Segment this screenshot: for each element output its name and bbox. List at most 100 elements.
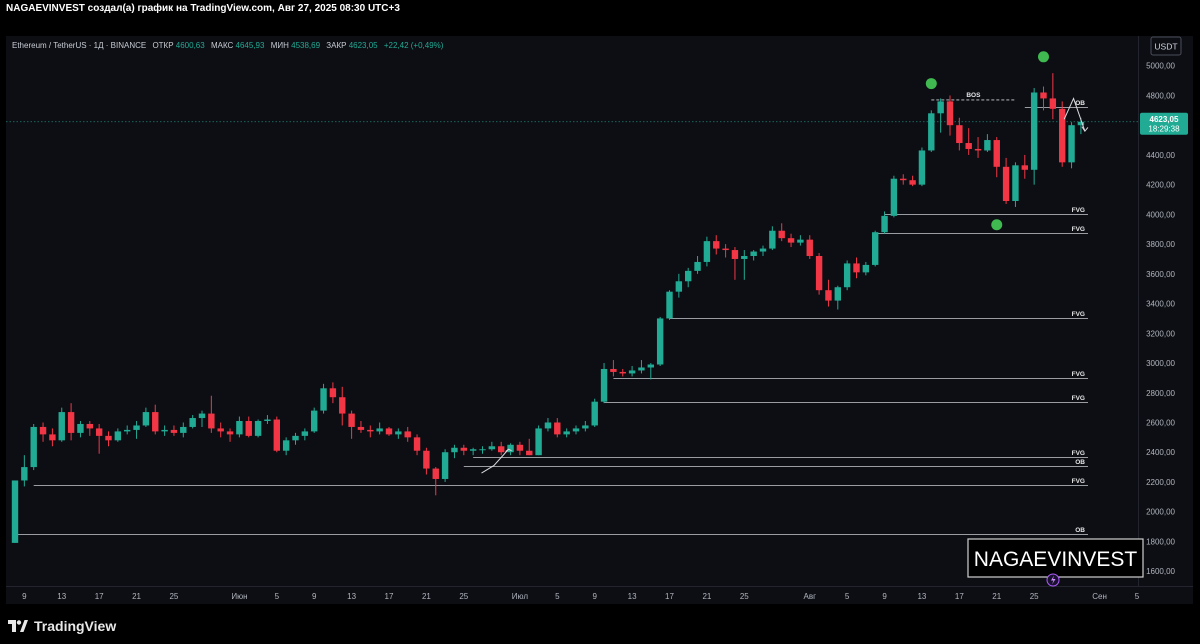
x-tick-label: 21	[422, 592, 431, 601]
candle-body	[872, 232, 879, 265]
candle-body	[142, 412, 150, 426]
y-tick-label: 3600,00	[1146, 270, 1175, 279]
x-tick-label: 25	[459, 592, 468, 601]
level-label: FVG	[1072, 207, 1085, 214]
candle-body	[479, 449, 486, 451]
low-value: 4538,69	[291, 41, 320, 50]
symbol-label[interactable]: Ethereum / TetherUS · 1Д · BINANCE	[12, 41, 146, 50]
candle-body	[890, 178, 898, 216]
candle-body	[937, 101, 944, 114]
candle-body	[881, 215, 888, 233]
candle-body	[918, 150, 926, 185]
candle-body	[1030, 92, 1038, 170]
candle-body	[67, 412, 75, 433]
candle-body	[787, 238, 795, 243]
candle-body	[694, 261, 701, 271]
change-value: +22,42 (+0,49%)	[384, 41, 444, 50]
candle-body	[628, 370, 636, 374]
candle-body	[245, 421, 252, 436]
candle-body	[741, 256, 748, 259]
x-tick-label: 17	[665, 592, 674, 601]
candle-body	[750, 251, 757, 256]
level-label: FVG	[1072, 371, 1085, 378]
open-label: ОТКР	[152, 41, 173, 50]
candle-body	[357, 426, 365, 430]
candle-body	[526, 450, 533, 456]
candle-body	[460, 447, 467, 451]
candle-body	[685, 270, 692, 282]
x-tick-label: 5	[1135, 592, 1140, 601]
candle-body	[572, 428, 580, 432]
candle-body	[226, 431, 234, 435]
close-label: ЗАКР	[326, 41, 346, 50]
price-badge: 4623,05 18:29:38	[1140, 112, 1188, 135]
tradingview-logo[interactable]: TradingView	[8, 618, 116, 634]
currency-button[interactable]: USDT	[1150, 36, 1182, 56]
tradingview-icon	[8, 620, 28, 632]
open-value: 4600,63	[176, 41, 205, 50]
candle-body	[647, 364, 654, 368]
candle-body	[797, 239, 804, 243]
candle-body	[834, 287, 841, 301]
x-tick-label: 5	[555, 592, 560, 601]
lightning-icon[interactable]	[1046, 573, 1060, 587]
watermark-box: NAGAEVINVEST	[967, 538, 1144, 578]
x-tick-label: 13	[628, 592, 637, 601]
y-tick-label: 2400,00	[1146, 448, 1175, 457]
x-tick-label: 9	[882, 592, 887, 601]
candle-body	[413, 437, 421, 451]
y-tick-label: 4800,00	[1146, 91, 1175, 100]
watermark-text: NAGAEVINVEST	[974, 548, 1138, 571]
x-tick-label: 17	[955, 592, 964, 601]
candle-body	[189, 418, 196, 427]
candle-body	[488, 446, 496, 450]
candle-body	[1049, 98, 1057, 109]
candle-body	[993, 140, 1000, 167]
bos-label: BOS	[966, 92, 981, 99]
y-tick-label: 2000,00	[1146, 508, 1175, 517]
candle-body	[535, 428, 542, 456]
candle-body	[320, 388, 327, 411]
candle-body	[432, 468, 439, 479]
x-tick-label: 17	[385, 592, 394, 601]
candle-body	[441, 452, 449, 479]
y-tick-label: 4400,00	[1146, 151, 1175, 160]
high-label: МАКС	[211, 41, 234, 50]
candle-body	[610, 368, 617, 372]
candle-layer	[11, 73, 1085, 543]
candle-body	[395, 431, 402, 435]
candle-body	[49, 434, 56, 441]
x-tick-label: 5	[275, 592, 280, 601]
candle-body	[591, 401, 598, 426]
candle-body	[554, 422, 561, 435]
candle-body	[217, 428, 224, 432]
y-tick-label: 3000,00	[1146, 359, 1175, 368]
x-tick-label: 9	[312, 592, 317, 601]
candle-body	[909, 180, 916, 185]
candle-body	[208, 413, 215, 429]
x-tick-label: Июл	[512, 592, 529, 601]
candle-body	[722, 248, 729, 251]
chart-panel[interactable]: OB FVG FVG FVG FVG FVG FVG OB FVG OB BOS 1600,00 1…	[6, 36, 1193, 604]
candle-body	[600, 368, 608, 402]
signal-marker	[1038, 51, 1049, 63]
candle-body	[769, 230, 776, 249]
candle-body	[236, 421, 243, 435]
level-label: OB	[1075, 100, 1085, 107]
price-badge-value: 4623,05	[1150, 115, 1179, 124]
x-tick-label: 13	[917, 592, 926, 601]
candle-body	[152, 412, 159, 432]
price-chart[interactable]: OB FVG FVG FVG FVG FVG FVG OB FVG OB BOS 1600,00 1…	[6, 36, 1193, 604]
candle-body	[264, 419, 271, 421]
low-label: МИН	[271, 41, 289, 50]
candle-body	[170, 429, 178, 433]
candle-body	[77, 423, 84, 433]
x-tick-label: 21	[702, 592, 711, 601]
candle-body	[180, 426, 187, 433]
candle-body	[713, 241, 720, 249]
candle-body	[124, 429, 131, 432]
candle-body	[638, 367, 645, 371]
price-badge-countdown: 18:29:38	[1148, 124, 1180, 133]
candle-body	[404, 431, 411, 438]
candle-body	[965, 143, 972, 149]
